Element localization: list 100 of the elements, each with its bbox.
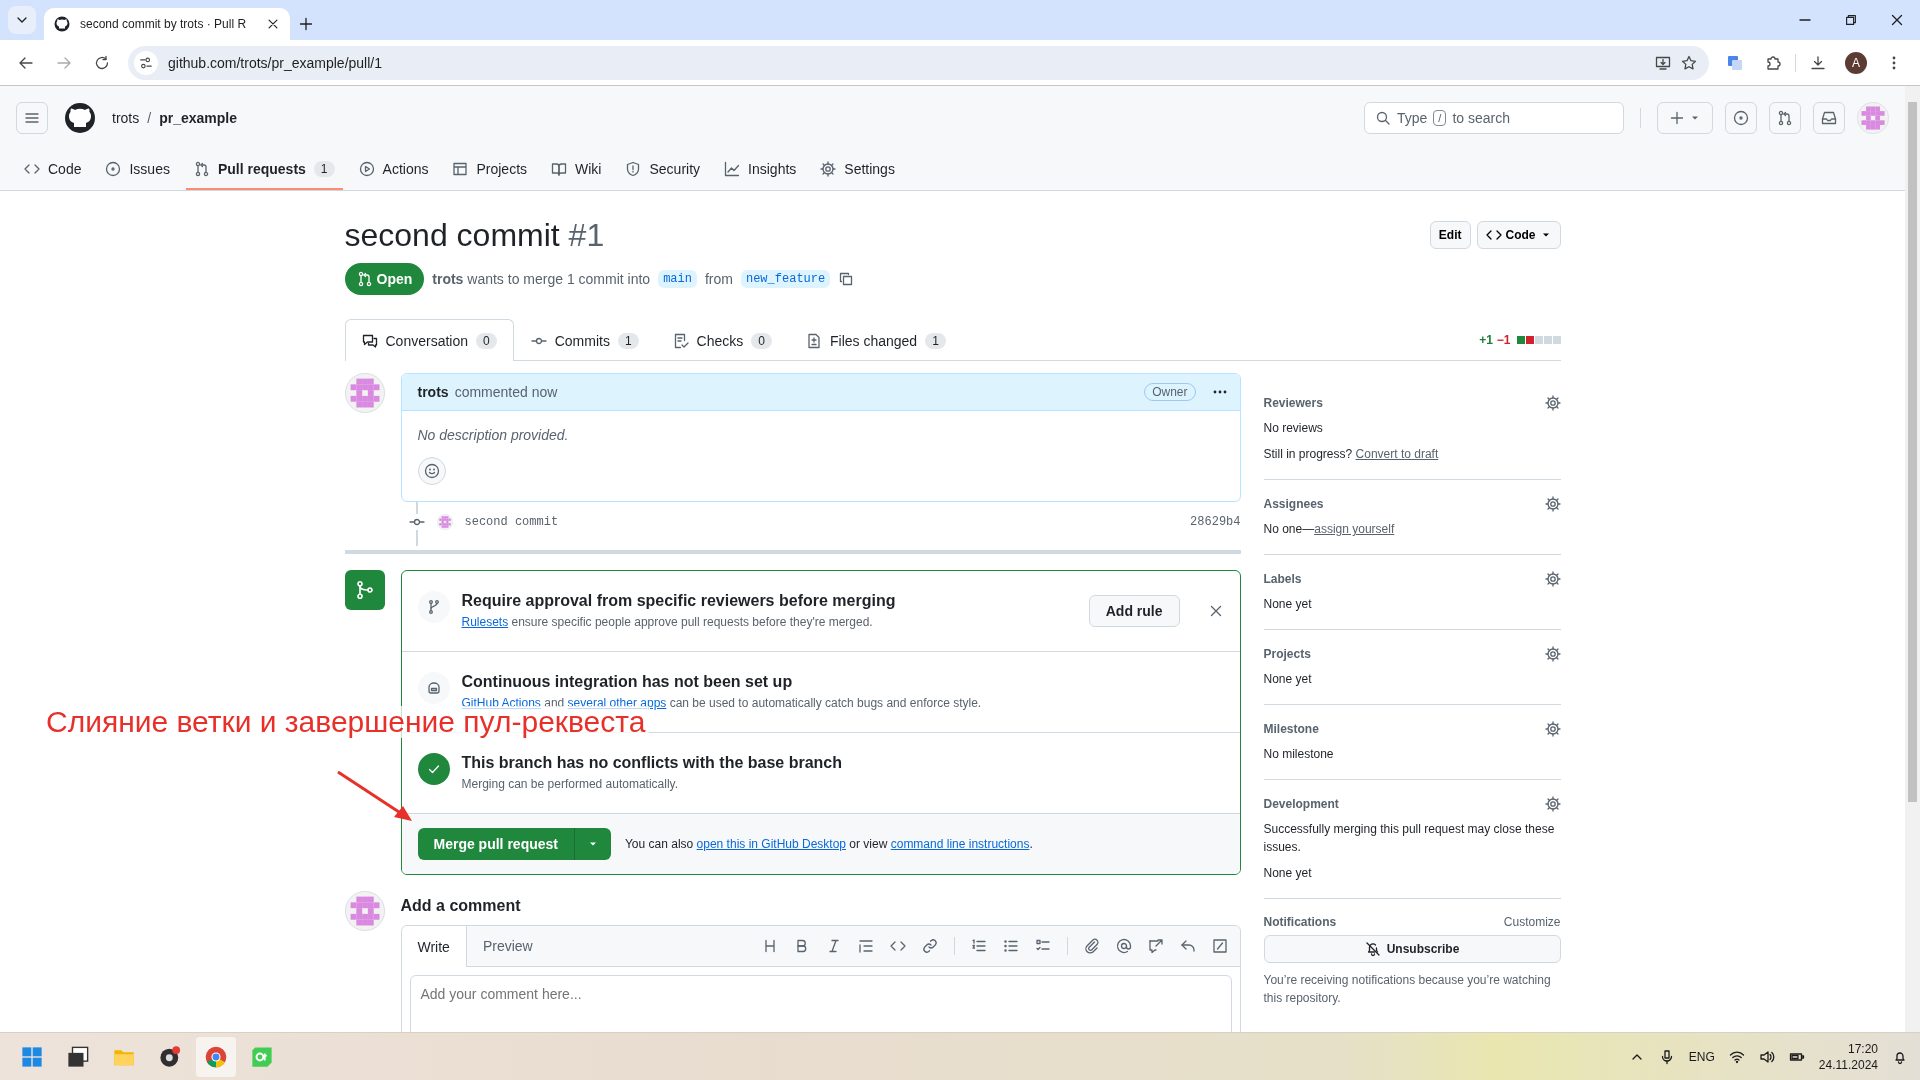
clock-date[interactable]: 24.11.2024 <box>1818 1056 1878 1073</box>
sidebar-heading[interactable]: Projects <box>1263 647 1311 661</box>
search-field[interactable]: Type / to search <box>1364 102 1624 134</box>
site-info-icon[interactable] <box>139 55 153 70</box>
repo-tab[interactable]: Projects <box>444 150 536 190</box>
add-rule-button[interactable]: Add rule <box>1088 595 1180 627</box>
settings-icon[interactable] <box>1544 571 1561 587</box>
graph-icon <box>724 161 741 177</box>
translate-icon[interactable] <box>1727 54 1743 71</box>
clock-time[interactable]: 17:20 <box>1847 1040 1878 1057</box>
file-diff-icon <box>806 333 822 349</box>
commit-sha[interactable]: 28629b4 <box>1190 515 1241 529</box>
repo-link[interactable]: pr_example <box>159 110 237 126</box>
restore-icon[interactable] <box>1844 13 1858 27</box>
slash-command-icon[interactable] <box>1211 938 1228 954</box>
link[interactable]: open this in GitHub Desktop <box>696 837 846 851</box>
pr-tab[interactable]: Checks 0 <box>655 320 789 361</box>
link-icon[interactable] <box>921 938 938 954</box>
breadcrumb-separator: / <box>147 110 152 126</box>
repo-tab[interactable]: Wiki <box>543 150 610 190</box>
counter: 0 <box>751 333 772 349</box>
repo-tab[interactable]: Code <box>16 150 90 190</box>
close-icon[interactable] <box>1889 12 1905 28</box>
counter: 1 <box>313 161 335 177</box>
app-icon[interactable] <box>159 1045 181 1068</box>
cross-reference-icon[interactable] <box>1147 938 1164 954</box>
additions-count: +1 <box>1479 333 1493 347</box>
editor-tab[interactable]: Preview <box>466 926 550 966</box>
comment-author[interactable]: trots <box>417 384 449 400</box>
pr-tab[interactable]: Files changed 1 <box>789 320 963 361</box>
owner-link[interactable]: trots <box>112 110 140 126</box>
sidebar-heading: Notifications <box>1263 915 1337 929</box>
repo-tab[interactable]: Security <box>617 150 709 190</box>
copy-icon[interactable] <box>838 271 855 287</box>
notification-text: You’re receiving notifications because you’re watching this repository. <box>1263 972 1552 1007</box>
extensions-icon[interactable] <box>1765 54 1781 71</box>
reply-icon[interactable] <box>1179 938 1196 954</box>
link[interactable]: assign yourself <box>1314 522 1395 536</box>
numbered-list-icon[interactable] <box>970 938 987 954</box>
create-button[interactable] <box>1657 102 1713 134</box>
settings-icon[interactable] <box>1544 496 1561 512</box>
quote-icon[interactable] <box>857 938 874 954</box>
start-icon[interactable] <box>21 1045 43 1068</box>
code-button[interactable]: Code <box>1476 221 1561 249</box>
repo-tab[interactable]: Actions <box>350 150 437 190</box>
reload-icon[interactable] <box>94 54 110 71</box>
repo-tab[interactable]: Insights <box>716 150 805 190</box>
browser-tab[interactable]: second commit by trots · Pull R <box>44 8 290 40</box>
reaction-button[interactable] <box>417 457 446 485</box>
inbox-button[interactable] <box>1813 102 1845 134</box>
sidebar-heading[interactable]: Labels <box>1263 572 1302 586</box>
customize-link[interactable]: Customize <box>1503 915 1561 929</box>
edit-button[interactable]: Edit <box>1429 221 1471 249</box>
language-indicator[interactable]: ENG <box>1688 1049 1715 1064</box>
editor-tab[interactable]: Write <box>401 926 467 967</box>
tab-search-button[interactable] <box>8 6 36 34</box>
bullet-list-icon[interactable] <box>1002 938 1019 954</box>
paperclip-icon[interactable] <box>1083 938 1100 954</box>
logo-icon <box>54 16 70 32</box>
download-icon[interactable] <box>1810 54 1826 71</box>
repo-tab[interactable]: Settings <box>812 150 903 190</box>
link[interactable]: Convert to draft <box>1355 447 1439 461</box>
logo-icon[interactable] <box>64 102 96 134</box>
task-view-icon[interactable] <box>67 1045 89 1068</box>
pull-requests-button[interactable] <box>1769 102 1801 134</box>
merge-summary: trots wants to merge 1 commit into <box>432 271 651 287</box>
commit-message[interactable]: second commit <box>464 515 1179 529</box>
browser-icon[interactable] <box>205 1045 227 1068</box>
settings-icon[interactable] <box>1544 646 1561 662</box>
sidebar-heading[interactable]: Development <box>1263 797 1339 811</box>
pr-tab[interactable]: Conversation 0 <box>344 319 514 361</box>
profile-button[interactable]: A <box>1845 51 1867 74</box>
link[interactable]: Rulesets <box>461 615 509 629</box>
address-bar[interactable]: github.com/trots/pr_example/pull/1 <box>128 45 1709 80</box>
sidebar-text: Successfully merging this pull request may close these issues. <box>1263 821 1556 856</box>
unsubscribe-button[interactable]: Unsubscribe <box>1263 935 1561 963</box>
sidebar-heading[interactable]: Reviewers <box>1263 396 1323 410</box>
new-tab-icon[interactable] <box>298 16 314 32</box>
pr-tab[interactable]: Commits 1 <box>513 320 656 361</box>
issues-button[interactable] <box>1725 102 1757 134</box>
menu-button[interactable] <box>16 102 48 134</box>
repo-tab[interactable]: Pull requests 1 <box>185 150 343 190</box>
pull-request-icon <box>1777 110 1793 126</box>
sidebar-heading[interactable]: Assignees <box>1263 497 1324 511</box>
repo-tab[interactable]: Issues <box>97 150 178 190</box>
star-icon[interactable] <box>1681 54 1697 71</box>
settings-icon[interactable] <box>1544 721 1561 737</box>
sidebar-text: No one—assign yourself <box>1263 521 1396 538</box>
head-branch[interactable]: new_feature <box>740 270 831 288</box>
close-icon[interactable] <box>266 17 280 31</box>
settings-icon[interactable] <box>1544 796 1561 812</box>
base-branch[interactable]: main <box>658 270 697 288</box>
sidebar-heading[interactable]: Milestone <box>1263 722 1319 736</box>
mention-icon[interactable] <box>1115 938 1132 954</box>
settings-icon[interactable] <box>1544 395 1561 411</box>
comment-field[interactable]: Add your comment here... <box>409 975 1232 1032</box>
play-icon <box>358 161 375 177</box>
scrollbar[interactable] <box>1905 86 1920 1032</box>
deletions-count: −1 <box>1496 333 1511 347</box>
install-icon[interactable] <box>1655 54 1671 71</box>
